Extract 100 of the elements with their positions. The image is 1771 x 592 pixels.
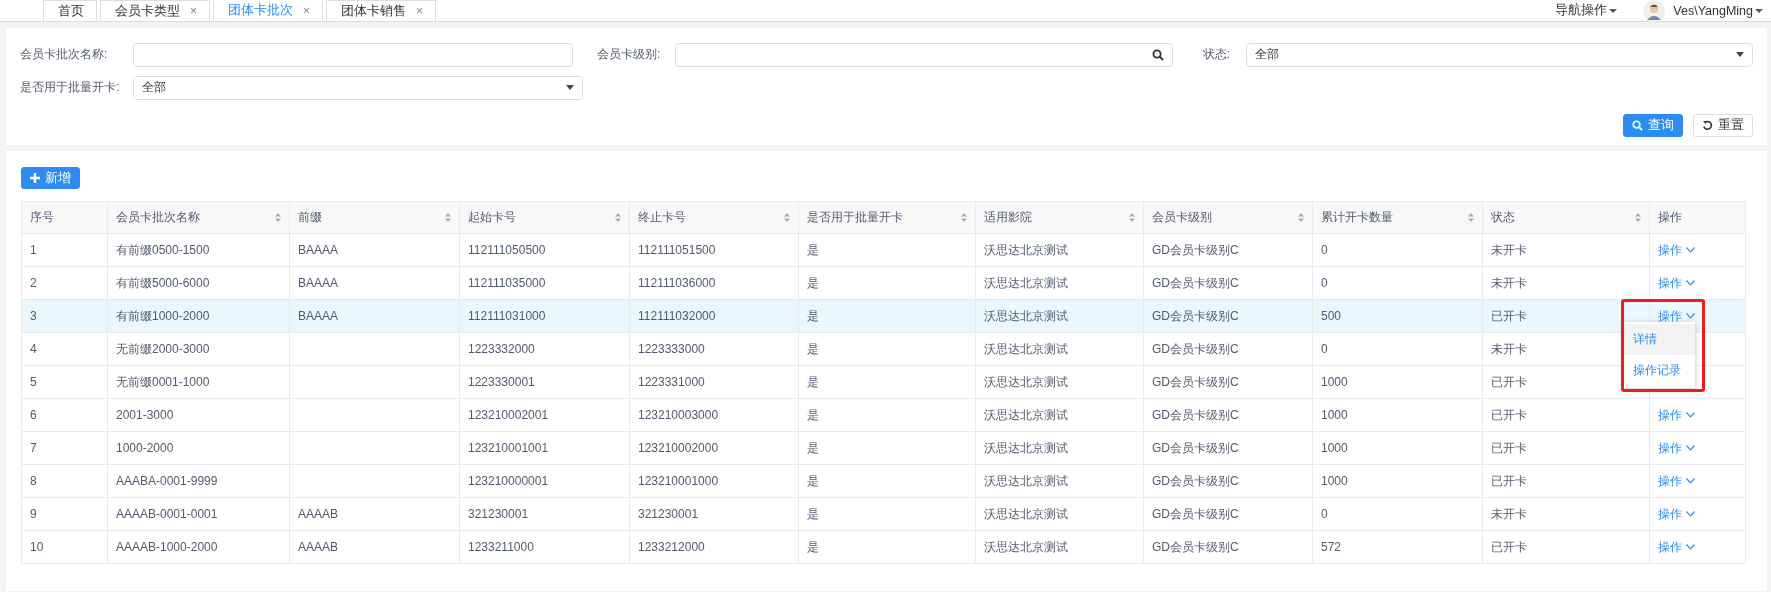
table-cell: GD会员卡级别C xyxy=(1143,233,1313,267)
table-cell: 112111032000 xyxy=(629,299,799,333)
field-label: 会员卡批次名称: xyxy=(20,46,109,63)
sort-icon[interactable] xyxy=(961,213,967,222)
table-cell: 1233211000 xyxy=(459,530,630,564)
table-cell: 沃思达北京测试 xyxy=(975,398,1144,432)
table-cell: BAAAA xyxy=(289,299,460,333)
table-cell: 0 xyxy=(1312,332,1483,366)
sort-icon[interactable] xyxy=(275,213,281,222)
table-cell: BAAAA xyxy=(289,266,460,300)
table-cell: 已开卡 xyxy=(1482,530,1650,564)
table-cell: 是 xyxy=(798,365,976,399)
sort-icon[interactable] xyxy=(1298,213,1304,222)
column-header[interactable]: 起始卡号 xyxy=(459,201,630,234)
search-field[interactable] xyxy=(675,42,1173,67)
table-cell: 沃思达北京测试 xyxy=(975,233,1144,267)
table-cell: 是 xyxy=(798,497,976,531)
table-cell: GD会员卡级别C xyxy=(1143,464,1313,498)
sort-icon[interactable] xyxy=(784,213,790,222)
sort-icon[interactable] xyxy=(1468,213,1474,222)
table-cell: 123210000001 xyxy=(459,464,630,498)
table-cell: 5 xyxy=(21,365,108,399)
column-header[interactable]: 累计开卡数量 xyxy=(1312,201,1483,234)
table-cell: GD会员卡级别C xyxy=(1143,266,1313,300)
column-header[interactable]: 是否用于批量开卡 xyxy=(798,201,976,234)
table-cell: 123210002001 xyxy=(459,398,630,432)
table-cell: 是 xyxy=(798,398,976,432)
table-cell: 是 xyxy=(798,530,976,564)
chevron-down-icon xyxy=(1686,511,1695,517)
batch-select[interactable]: 全部 xyxy=(133,75,583,100)
close-icon[interactable]: × xyxy=(190,4,197,18)
table-cell: GD会员卡级别C xyxy=(1143,398,1313,432)
chevron-down-icon xyxy=(1686,280,1695,286)
table-cell: 是 xyxy=(798,464,976,498)
table-cell: 7 xyxy=(21,431,108,465)
table-cell: GD会员卡级别C xyxy=(1143,431,1313,465)
column-header[interactable]: 会员卡批次名称 xyxy=(107,201,290,234)
column-header[interactable]: 终止卡号 xyxy=(629,201,799,234)
column-header[interactable]: 适用影院 xyxy=(975,201,1144,234)
tab[interactable]: 团体卡批次 × xyxy=(213,0,324,21)
close-icon[interactable]: × xyxy=(416,4,424,18)
table-cell: 1233212000 xyxy=(629,530,799,564)
chevron-down-icon xyxy=(1686,313,1695,319)
sort-icon[interactable] xyxy=(615,213,621,222)
table-cell: 112111035000 xyxy=(459,266,630,300)
menu-item[interactable]: 操作记录 xyxy=(1623,355,1695,386)
chevron-down-icon xyxy=(1686,412,1695,418)
table-cell: GD会员卡级别C xyxy=(1143,497,1313,531)
table-cell: 9 xyxy=(21,497,108,531)
table-cell: GD会员卡级别C xyxy=(1143,365,1313,399)
table-cell: 0 xyxy=(1312,266,1483,300)
search-icon[interactable] xyxy=(1151,48,1164,61)
table-cell: AAAAB-1000-2000 xyxy=(107,530,290,564)
table-cell: 123210001000 xyxy=(629,464,799,498)
column-header[interactable]: 会员卡级别 xyxy=(1143,201,1313,234)
table-cell: 112111050500 xyxy=(459,233,630,267)
table-cell: 1223333000 xyxy=(629,332,799,366)
table-cell: 112111031000 xyxy=(459,299,630,333)
table-cell: 沃思达北京测试 xyxy=(975,365,1144,399)
table-cell: 6 xyxy=(21,398,108,432)
table-cell: 沃思达北京测试 xyxy=(975,464,1144,498)
nav-menu[interactable]: 导航操作 xyxy=(1555,2,1618,19)
chevron-down-icon xyxy=(1686,247,1695,253)
table-cell: 1 xyxy=(21,233,108,267)
table-cell: 123210001001 xyxy=(459,431,630,465)
status-select[interactable]: 全部 xyxy=(1245,42,1753,67)
table-cell: 0 xyxy=(1312,497,1483,531)
table-cell: 未开卡 xyxy=(1482,233,1650,267)
column-header[interactable]: 状态 xyxy=(1482,201,1650,234)
tab[interactable]: 团体卡销售 × xyxy=(326,0,437,21)
table-cell: 沃思达北京测试 xyxy=(975,299,1144,333)
table-cell: 500 xyxy=(1312,299,1483,333)
sort-icon[interactable] xyxy=(445,213,451,222)
table-cell: 有前缀0500-1500 xyxy=(107,233,290,267)
input-field[interactable] xyxy=(133,42,574,67)
table-cell: 1000 xyxy=(1312,431,1483,465)
table-cell: 无前缀2000-3000 xyxy=(107,332,290,366)
table-cell: 沃思达北京测试 xyxy=(975,332,1144,366)
user-menu[interactable]: Ves\YangMing xyxy=(1673,3,1763,18)
table-cell: 1223331000 xyxy=(629,365,799,399)
close-icon[interactable]: × xyxy=(303,3,311,18)
table-cell: 4 xyxy=(21,332,108,366)
reset-button[interactable]: 重置 xyxy=(1693,114,1753,137)
sort-icon[interactable] xyxy=(1129,213,1135,222)
table-cell: 1000 xyxy=(1312,398,1483,432)
sort-icon[interactable] xyxy=(1635,213,1641,222)
table-cell: GD会员卡级别C xyxy=(1143,332,1313,366)
table-cell: 321230001 xyxy=(459,497,630,531)
table-cell: AAAAB xyxy=(289,497,460,531)
column-header[interactable]: 前缀 xyxy=(289,201,460,234)
table-cell: 沃思达北京测试 xyxy=(975,530,1144,564)
table-cell: 1000-2000 xyxy=(107,431,290,465)
table-cell: 沃思达北京测试 xyxy=(975,497,1144,531)
column-header: 操作 xyxy=(1649,201,1746,234)
tab[interactable]: 会员卡类型 × xyxy=(100,0,210,21)
table-cell: 已开卡 xyxy=(1482,431,1650,465)
plus-icon xyxy=(30,173,40,183)
tab[interactable]: 首页 xyxy=(43,0,97,21)
table-cell: AAAAB-0001-0001 xyxy=(107,497,290,531)
table-cell: 321230001 xyxy=(629,497,799,531)
